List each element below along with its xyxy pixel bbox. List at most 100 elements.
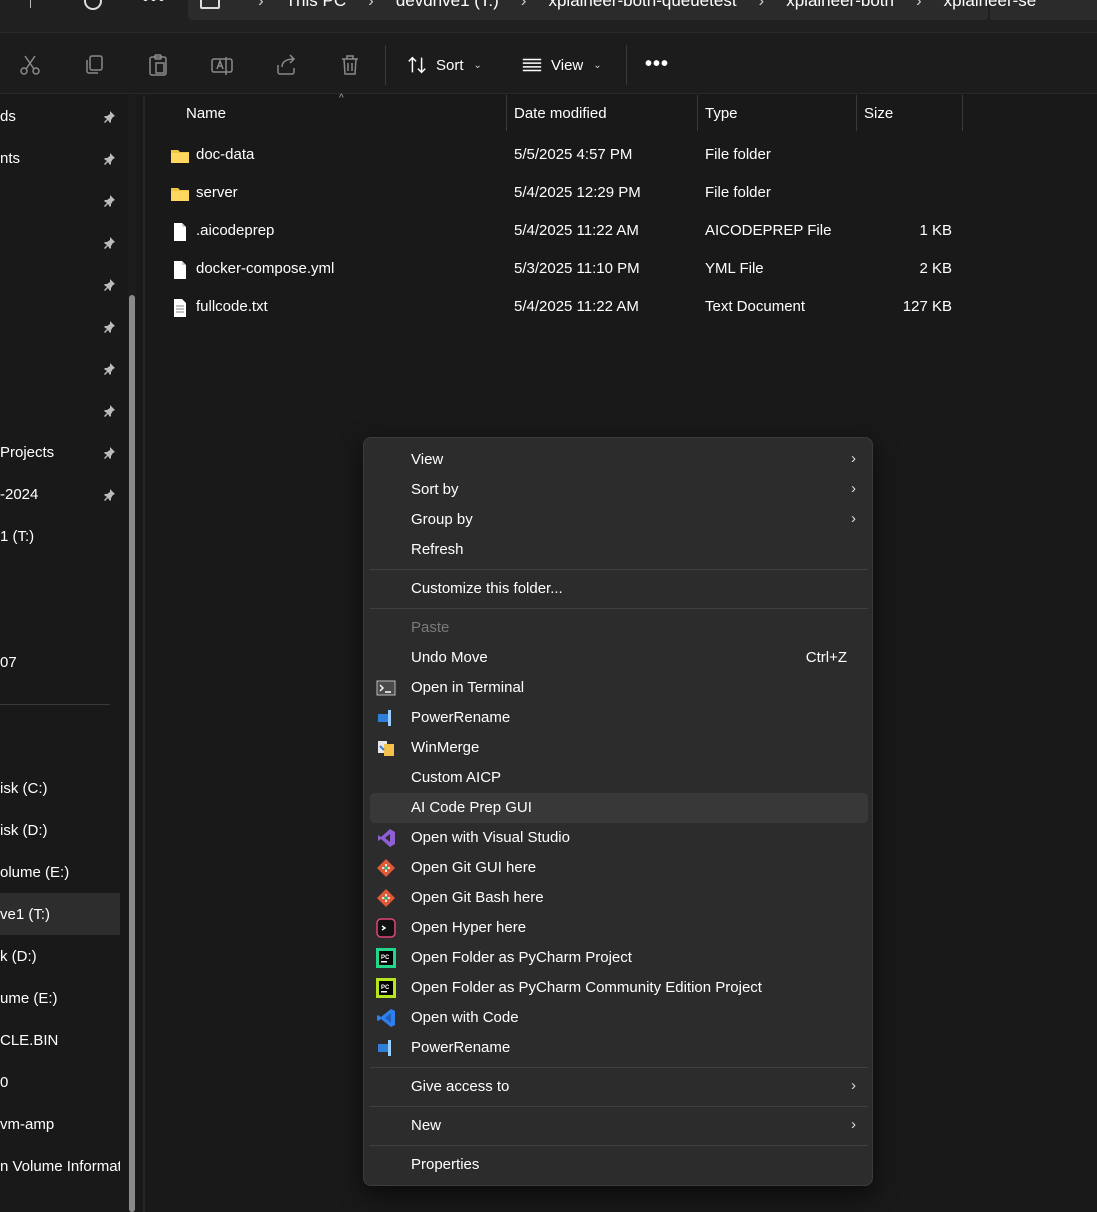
column-divider[interactable]	[856, 95, 857, 131]
more-options-button[interactable]: •••	[645, 53, 669, 76]
delete-icon[interactable]	[338, 53, 362, 77]
menu-item-undo-move[interactable]: Undo Move Ctrl+Z	[370, 643, 868, 673]
breadcrumb-this-pc[interactable]: This PC	[286, 0, 346, 11]
menu-item-new[interactable]: New ›	[370, 1111, 868, 1141]
nav-item[interactable]: isk (C:)	[0, 767, 120, 809]
nav-item[interactable]: k (D:)	[0, 935, 120, 977]
menu-item-label: Open in Terminal	[411, 679, 525, 696]
chevron-right-icon[interactable]: ›	[258, 0, 264, 11]
breadcrumb-xplaineer-both[interactable]: xplaineer-both	[786, 0, 894, 11]
menu-item-view[interactable]: View ›	[370, 445, 868, 475]
file-type: YML File	[705, 260, 764, 277]
file-row[interactable]: server 5/4/2025 12:29 PM File folder	[145, 174, 965, 212]
menu-item-open-folder-as-pycharm-project[interactable]: PC Open Folder as PyCharm Project	[370, 943, 868, 973]
menu-item-open-hyper-here[interactable]: Open Hyper here	[370, 913, 868, 943]
menu-item-custom-aicp[interactable]: Custom AICP	[370, 763, 868, 793]
menu-item-powerrename[interactable]: PowerRename	[370, 703, 868, 733]
file-size: 1 KB	[919, 222, 952, 239]
pycharm-icon: PC	[376, 948, 396, 968]
nav-item[interactable]: 0	[0, 1061, 120, 1103]
paste-icon[interactable]	[146, 53, 170, 77]
column-header-date[interactable]: Date modified	[514, 95, 607, 131]
cut-icon[interactable]	[18, 53, 42, 77]
view-button[interactable]: View ⌄	[521, 51, 602, 79]
file-type: File folder	[705, 184, 771, 201]
menu-item-label: Sort by	[411, 481, 459, 498]
this-pc-icon[interactable]	[200, 0, 220, 9]
chevron-right-icon[interactable]: ›	[521, 0, 527, 11]
sort-button[interactable]: Sort ⌄	[406, 51, 482, 79]
nav-divider	[0, 704, 110, 705]
nav-item[interactable]: nts	[0, 137, 120, 179]
column-header-type[interactable]: Type	[705, 95, 738, 131]
menu-item-powerrename[interactable]: PowerRename	[370, 1033, 868, 1063]
nav-item[interactable]: n Volume Informati	[0, 1145, 120, 1187]
nav-item[interactable]	[0, 263, 120, 305]
nav-item[interactable]	[0, 389, 120, 431]
menu-item-ai-code-prep-gui[interactable]: AI Code Prep GUI	[370, 793, 868, 823]
menu-item-open-git-bash-here[interactable]: Open Git Bash here	[370, 883, 868, 913]
column-header-size[interactable]: Size	[864, 95, 893, 131]
nav-scrollbar-thumb[interactable]	[129, 295, 135, 1212]
nav-item[interactable]: ds	[0, 95, 120, 137]
menu-item-open-with-code[interactable]: Open with Code	[370, 1003, 868, 1033]
nav-more-icon[interactable]: •••	[142, 0, 166, 11]
nav-item[interactable]: CLE.BIN	[0, 1019, 120, 1061]
winmerge-icon	[376, 738, 396, 758]
nav-item[interactable]: vm-amp	[0, 1103, 120, 1145]
rename-icon[interactable]	[210, 53, 234, 77]
breadcrumb-queuetest[interactable]: xplaineer-both-queuetest	[548, 0, 736, 11]
nav-item[interactable]: isk (D:)	[0, 809, 120, 851]
chevron-right-icon[interactable]: ›	[916, 0, 922, 11]
menu-item-properties[interactable]: Properties	[370, 1150, 868, 1180]
refresh-icon[interactable]	[84, 0, 102, 10]
menu-item-open-git-gui-here[interactable]: Open Git GUI here	[370, 853, 868, 883]
nav-item[interactable]	[0, 725, 120, 767]
file-date: 5/3/2025 11:10 PM	[514, 260, 640, 277]
view-icon	[522, 58, 542, 72]
nav-item[interactable]: olume (E:)	[0, 851, 120, 893]
nav-item[interactable]	[0, 347, 120, 389]
chevron-right-icon[interactable]: ›	[368, 0, 374, 11]
menu-item-group-by[interactable]: Group by ›	[370, 505, 868, 535]
share-icon[interactable]	[274, 53, 298, 77]
menu-item-open-with-visual-studio[interactable]: Open with Visual Studio	[370, 823, 868, 853]
column-divider[interactable]	[697, 95, 698, 131]
file-row[interactable]: doc-data 5/5/2025 4:57 PM File folder	[145, 136, 965, 174]
menu-item-open-folder-as-pycharm-community-edition-project[interactable]: PC Open Folder as PyCharm Community Editi…	[370, 973, 868, 1003]
column-divider[interactable]	[506, 95, 507, 131]
menu-item-sort-by[interactable]: Sort by ›	[370, 475, 868, 505]
nav-item[interactable]: 07	[0, 641, 120, 683]
nav-item[interactable]: ume (E:)	[0, 977, 120, 1019]
breadcrumb-xplaineer-se[interactable]: xplaineer-se	[944, 0, 1037, 11]
nav-item[interactable]: ve1 (T:)	[0, 893, 120, 935]
menu-item-winmerge[interactable]: WinMerge	[370, 733, 868, 763]
nav-item-label: ume (E:)	[0, 989, 58, 1007]
file-row[interactable]: fullcode.txt 5/4/2025 11:22 AM Text Docume…	[145, 288, 965, 326]
file-row[interactable]: .aicodeprep 5/4/2025 11:22 AM AICODEPREP F…	[145, 212, 965, 250]
column-header-name[interactable]: Name	[186, 95, 226, 131]
nav-item[interactable]	[0, 221, 120, 263]
nav-item[interactable]	[0, 305, 120, 347]
nav-item[interactable]	[0, 599, 120, 641]
context-menu: View › Sort by › Group by › Refresh Customize t…	[363, 437, 873, 1186]
breadcrumb-devdrive[interactable]: devdrive1 (T:)	[396, 0, 499, 11]
hyper-icon	[376, 918, 396, 938]
chevron-right-icon: ›	[851, 1077, 856, 1094]
copy-icon[interactable]	[82, 53, 106, 77]
column-divider[interactable]	[962, 95, 963, 131]
nav-item[interactable]: Projects	[0, 431, 120, 473]
menu-item-open-in-terminal[interactable]: Open in Terminal	[370, 673, 868, 703]
file-icon	[170, 222, 190, 242]
chevron-down-icon: ⌄	[473, 59, 482, 71]
nav-item[interactable]: -2024	[0, 473, 120, 515]
menu-item-give-access-to[interactable]: Give access to ›	[370, 1072, 868, 1102]
menu-item-customize-this-folder[interactable]: Customize this folder...	[370, 574, 868, 604]
chevron-right-icon[interactable]: ›	[759, 0, 765, 11]
file-date: 5/4/2025 11:22 AM	[514, 222, 639, 239]
file-row[interactable]: docker-compose.yml 5/3/2025 11:10 PM YML F…	[145, 250, 965, 288]
nav-item[interactable]	[0, 557, 120, 599]
nav-item[interactable]	[0, 179, 120, 221]
menu-item-refresh[interactable]: Refresh	[370, 535, 868, 565]
nav-item[interactable]: 1 (T:)	[0, 515, 120, 557]
